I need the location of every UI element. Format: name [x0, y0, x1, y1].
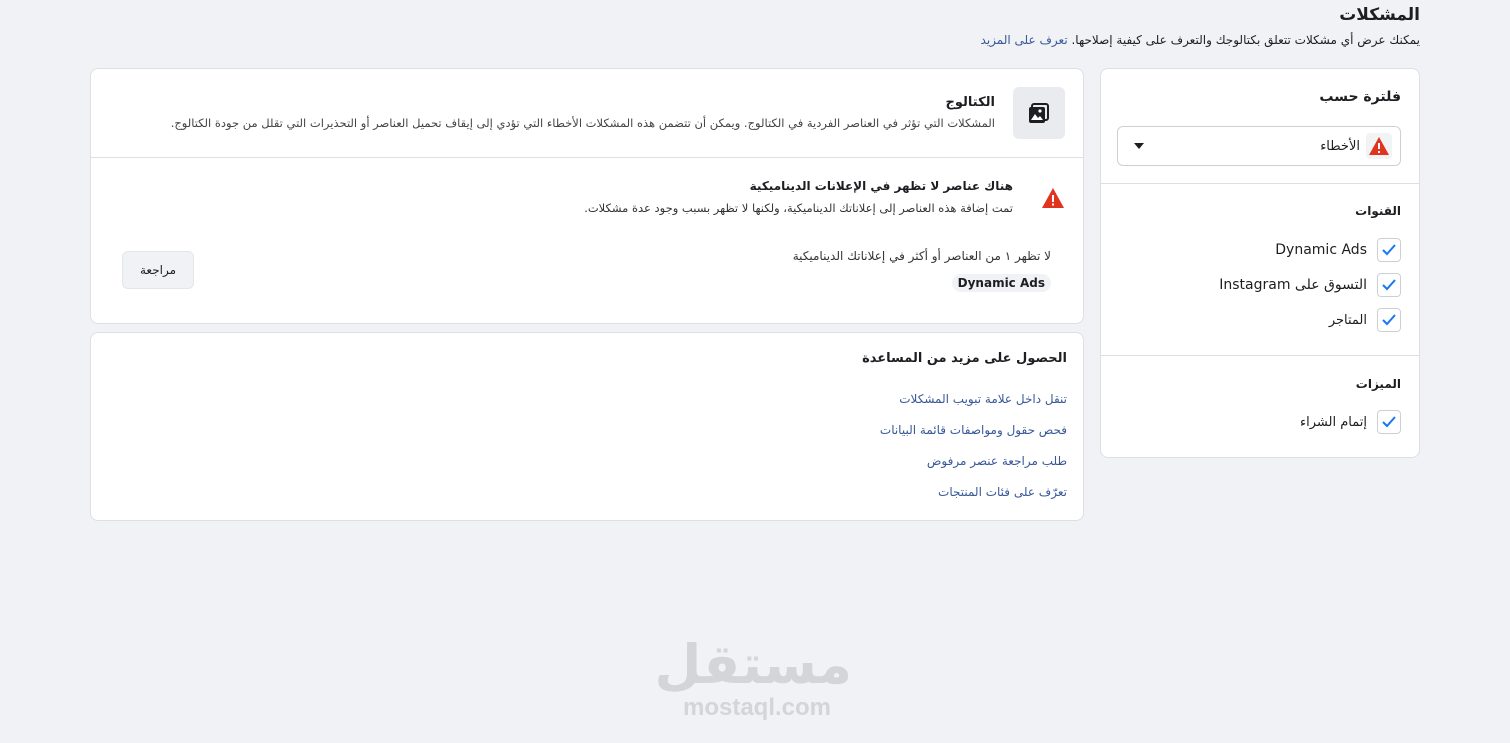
learn-more-link[interactable]: تعرف على المزيد — [981, 33, 1068, 47]
catalog-description: المشكلات التي تؤثر في العناصر الفردية في… — [170, 116, 995, 130]
catalog-card: الكتالوج المشكلات التي تؤثر في العناصر ا… — [90, 68, 1084, 324]
checkbox[interactable] — [1377, 273, 1401, 297]
check-icon — [1382, 416, 1396, 428]
warning-icon — [1041, 187, 1065, 213]
check-icon — [1382, 279, 1396, 291]
divider — [91, 157, 1083, 158]
channels-heading: القنوات — [1355, 204, 1401, 218]
filter-title: فلترة حسب — [1319, 89, 1401, 105]
severity-select[interactable]: الأخطاء — [1117, 126, 1401, 166]
catalog-title: الكتالوج — [945, 95, 996, 110]
watermark: مستقل mostaql.com — [654, 633, 853, 722]
feature-checkout[interactable]: إتمام الشراء — [1300, 409, 1401, 435]
checkbox-label: Dynamic Ads — [1275, 242, 1367, 258]
issue-count: لا تظهر ١ من العناصر أو أكثر في إعلاناتك… — [792, 249, 1051, 263]
warning-icon — [1366, 133, 1392, 159]
channel-dynamic-ads[interactable]: Dynamic Ads — [1275, 237, 1401, 263]
help-link-feed-fields[interactable]: فحص حقول ومواصفات قائمة البيانات — [880, 423, 1067, 437]
divider — [1101, 183, 1419, 184]
help-link-request-review[interactable]: طلب مراجعة عنصر مرفوض — [927, 454, 1067, 468]
checkbox-label: إتمام الشراء — [1300, 414, 1367, 430]
checkbox-label: المتاجر — [1328, 312, 1367, 328]
checkbox[interactable] — [1377, 410, 1401, 434]
channel-instagram-shopping[interactable]: التسوق على Instagram — [1219, 272, 1401, 298]
checkbox[interactable] — [1377, 238, 1401, 262]
channel-shops[interactable]: المتاجر — [1329, 307, 1401, 333]
page-title: المشكلات — [1339, 5, 1420, 25]
filter-panel: فلترة حسب الأخطاء القنوات Dynamic Ads ال… — [1100, 68, 1420, 458]
help-link-navigate-issues[interactable]: تنقل داخل علامة تبويب المشكلات — [899, 392, 1067, 406]
issue-title: هناك عناصر لا تظهر في الإعلانات الدينامي… — [749, 179, 1013, 193]
issue-description: تمت إضافة هذه العناصر إلى إعلاناتك الدين… — [584, 201, 1013, 215]
watermark-arabic: مستقل — [654, 633, 853, 696]
checkbox-label: التسوق على Instagram — [1219, 277, 1367, 293]
watermark-latin: mostaql.com — [682, 694, 832, 721]
checkbox[interactable] — [1377, 308, 1401, 332]
features-heading: الميزات — [1355, 377, 1401, 391]
channel-tag: Dynamic Ads — [951, 274, 1051, 292]
severity-select-value: الأخطاء — [1320, 138, 1360, 154]
page-subtitle: يمكنك عرض أي مشكلات تتعلق بكتالوجك والتع… — [981, 33, 1420, 47]
help-link-product-categories[interactable]: تعرّف على فئات المنتجات — [938, 485, 1067, 499]
help-card: الحصول على مزيد من المساعدة تنقل داخل عل… — [90, 332, 1084, 521]
catalog-icon — [1013, 87, 1065, 139]
page-subtitle-text: يمكنك عرض أي مشكلات تتعلق بكتالوجك والتع… — [1071, 33, 1420, 47]
help-title: الحصول على مزيد من المساعدة — [862, 351, 1067, 366]
check-icon — [1382, 244, 1396, 256]
review-button[interactable]: مراجعة — [122, 251, 194, 289]
divider — [1101, 355, 1419, 356]
caret-down-icon — [1134, 143, 1144, 149]
check-icon — [1382, 314, 1396, 326]
